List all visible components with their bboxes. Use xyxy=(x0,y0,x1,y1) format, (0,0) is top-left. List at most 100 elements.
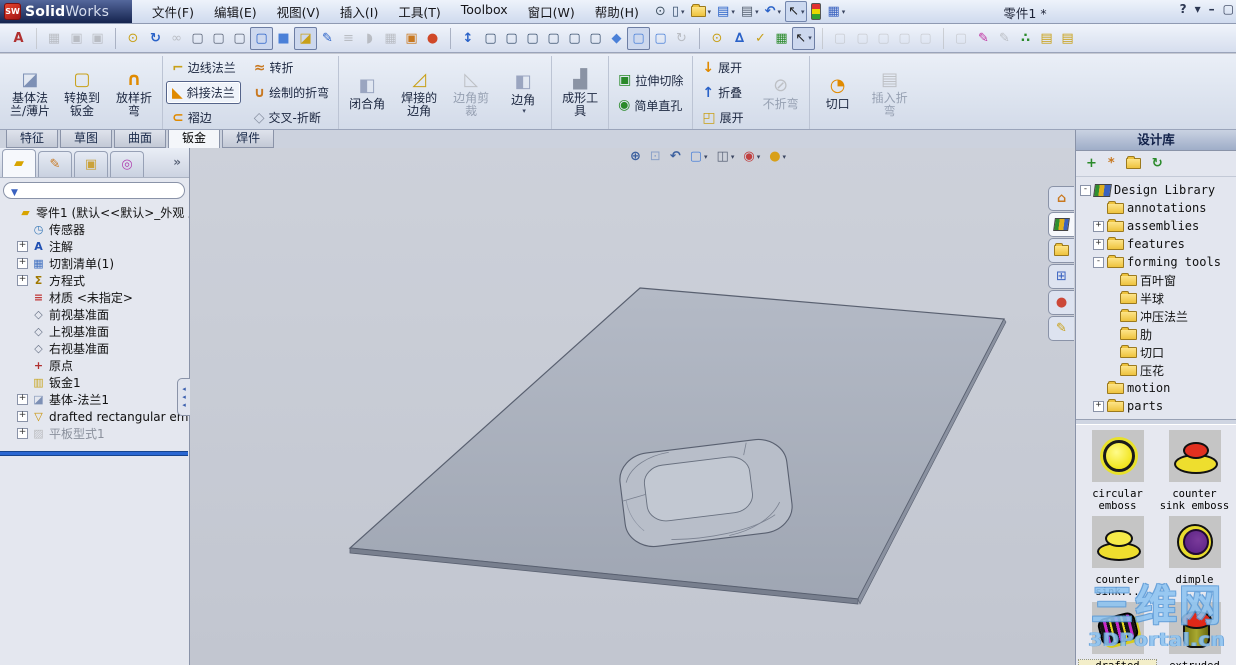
tile-window-icon[interactable]: ▤ ▾ xyxy=(1057,28,1078,49)
quickbar-button[interactable]: ▾ xyxy=(689,2,714,21)
library-tree-item[interactable]: 压花 xyxy=(1076,361,1236,379)
tree-expand-toggle[interactable]: + xyxy=(1093,220,1104,232)
appearances-tab[interactable] xyxy=(1048,290,1074,315)
library-tree-item[interactable]: 半球 xyxy=(1076,289,1236,307)
dropdown-arrow-icon[interactable]: ▾ xyxy=(708,8,712,16)
command-tab[interactable]: 草图 xyxy=(60,130,113,148)
library-tree-item[interactable]: + features xyxy=(1076,235,1236,253)
design-library-tab[interactable] xyxy=(1048,212,1074,237)
assembly-features-icon[interactable]: ▢ ▾ xyxy=(894,28,915,49)
ribbon-button[interactable]: 褶边 xyxy=(166,106,218,129)
sketch-pen-icon[interactable]: ✎ ▾ xyxy=(994,28,1015,49)
ribbon-button[interactable]: 焊接的边角 ▾ xyxy=(394,67,444,119)
view-orientation-icon[interactable]: ▢ ▾ xyxy=(690,149,708,164)
move-component-icon[interactable]: ▢ ▾ xyxy=(915,28,936,49)
ribbon-button[interactable]: 斜接法兰 xyxy=(166,81,241,104)
menu-item[interactable]: 编辑(E) xyxy=(214,2,257,21)
rebuild-icon[interactable]: ↻ ▾ xyxy=(145,28,166,49)
library-tree-item[interactable]: annotations xyxy=(1076,199,1236,217)
texture-icon[interactable]: ▣ ▾ xyxy=(401,28,422,49)
selection-filter-icon[interactable]: ↖ ▾ xyxy=(792,26,815,50)
propertymanager-tab[interactable] xyxy=(38,151,72,177)
ribbon-button[interactable]: 放样折弯 ▾ xyxy=(109,67,159,119)
menu-item[interactable]: 视图(V) xyxy=(277,2,320,21)
shadows-icon[interactable]: ◗ ▾ xyxy=(359,28,380,49)
ribbon-button[interactable]: 绘制的折弯 xyxy=(248,81,335,104)
graphics-viewport[interactable]: ⊕ ▾ ⊡ ▾ ↶ ▾ ▢ ▾ ◫ ▾ ◉ ▾ ● xyxy=(190,148,1075,665)
dropdown-arrow-icon[interactable]: ▾ xyxy=(755,8,759,16)
library-tree-item[interactable]: + parts xyxy=(1076,397,1236,415)
tree-expand-toggle[interactable]: + xyxy=(1093,400,1104,412)
library-tree-item[interactable]: - Design Library xyxy=(1076,181,1236,199)
dropdown-arrow-icon[interactable]: ▾ xyxy=(731,8,735,16)
view-palette-tab[interactable] xyxy=(1048,264,1074,289)
color-swatch-icon[interactable]: ● ▾ xyxy=(422,28,443,49)
dropdown-arrow-icon[interactable]: ▾ xyxy=(808,34,812,42)
shaded-with-edges-icon[interactable]: ▢ ▾ xyxy=(250,26,273,50)
view-front-icon[interactable]: ▢ ▾ xyxy=(480,28,501,49)
custom-properties-tab[interactable] xyxy=(1048,316,1074,341)
tree-filter-input[interactable] xyxy=(3,182,185,199)
hide-show-icon[interactable]: ◉ ▾ xyxy=(743,149,760,164)
measure-tape-icon[interactable]: ⊙ ▾ xyxy=(115,27,145,49)
feature-tree-item[interactable]: 零件1 (默认<<默认>_外观 显: xyxy=(0,204,189,221)
menu-item[interactable]: 工具(T) xyxy=(398,2,440,21)
command-tab[interactable]: 曲面 xyxy=(114,130,167,148)
dropdown-arrow-icon[interactable]: ▾ xyxy=(522,107,526,115)
ribbon-button[interactable]: 边线法兰 xyxy=(166,56,242,79)
library-thumbnail[interactable]: extruded hole xyxy=(1156,602,1233,665)
display-style-icon[interactable]: ◫ ▾ xyxy=(717,149,735,164)
refresh-icon[interactable]: ↻ xyxy=(1152,156,1163,171)
menu-item[interactable]: 帮助(H) xyxy=(595,2,639,21)
dropdown-arrow-icon[interactable]: ▾ xyxy=(757,153,761,161)
quickbar-button[interactable]: ▾ xyxy=(809,2,823,21)
help-button[interactable]: ? xyxy=(1180,2,1187,16)
quickbar-button[interactable]: ▤ ▾ xyxy=(715,2,737,21)
quickbar-button[interactable]: ↖ ▾ xyxy=(785,1,808,22)
library-thumbnail[interactable]: counter sink emboss xyxy=(1156,430,1233,512)
dropdown-arrow-icon[interactable]: ▾ xyxy=(783,153,787,161)
ribbon-button[interactable]: 基体法兰/薄片 ▾ xyxy=(5,67,55,119)
ribbon-button[interactable]: 切口 xyxy=(813,73,863,112)
copy-icon[interactable]: ▣ ▾ xyxy=(66,28,87,49)
feature-tree-item[interactable]: + 基体-法兰1 xyxy=(0,391,189,408)
grid-system-icon[interactable]: ▦ ▾ xyxy=(380,28,401,49)
view-left-icon[interactable]: ▢ ▾ xyxy=(522,28,543,49)
previous-view-icon[interactable]: ↶ ▾ xyxy=(670,149,681,164)
ribbon-button[interactable]: 转换到钣金 ▾ xyxy=(57,67,107,119)
ribbon-button[interactable]: 展开 xyxy=(696,56,748,79)
feature-tree-item[interactable]: 前视基准面 xyxy=(0,306,189,323)
view-right-icon[interactable]: ▢ ▾ xyxy=(543,28,564,49)
link-icon[interactable]: ∞ ▾ xyxy=(166,28,187,49)
feature-tree-item[interactable]: 右视基准面 xyxy=(0,340,189,357)
tree-expand-toggle[interactable]: + xyxy=(1093,238,1104,250)
paste-icon[interactable]: ▣ ▾ xyxy=(87,28,108,49)
ribbon-button[interactable]: 转折 xyxy=(248,56,300,79)
window-button[interactable]: ▢ xyxy=(1223,2,1234,16)
quickbar-button[interactable]: ▯ ▾ xyxy=(670,2,687,21)
zoom-fit-icon[interactable]: ⊕ ▾ xyxy=(630,149,641,164)
add-file-location-icon[interactable]: * xyxy=(1108,156,1115,171)
ribbon-button[interactable]: 拉伸切除 xyxy=(612,69,689,92)
library-thumbnail[interactable]: drafted rectangu... xyxy=(1078,602,1157,665)
feature-tree-item[interactable]: + 平板型式1 xyxy=(0,425,189,442)
minimize-button[interactable]: – xyxy=(1209,2,1215,16)
command-tab[interactable]: 钣金 xyxy=(168,130,221,149)
hidden-lines-removed-icon[interactable]: ▢ ▾ xyxy=(229,28,250,49)
reference-geometry-icon[interactable]: ↕ ▾ xyxy=(450,27,480,49)
quickbar-button[interactable]: ↶ ▾ xyxy=(763,2,783,21)
menu-item[interactable]: 插入(I) xyxy=(340,2,378,21)
ribbon-button[interactable]: 边角剪裁 ▾ xyxy=(446,67,496,119)
create-new-folder-icon[interactable] xyxy=(1125,156,1141,169)
panel-collapse-handle[interactable]: ◂ ◂ ◂ xyxy=(177,378,190,416)
feature-tree-item[interactable]: 钣金1 xyxy=(0,374,189,391)
dropdown-arrow-icon[interactable]: ▾ xyxy=(731,153,735,161)
sw-resources-tab[interactable] xyxy=(1048,186,1074,211)
library-tree-item[interactable]: 冲压法兰 xyxy=(1076,307,1236,325)
zoom-area-icon[interactable]: ⊡ ▾ xyxy=(650,149,661,164)
panel-overflow-chevron[interactable]: » xyxy=(173,155,181,169)
explode-line-icon[interactable]: ▢ ▾ xyxy=(852,28,873,49)
design-table-icon[interactable]: ▦ ▾ xyxy=(771,28,792,49)
layers-icon[interactable]: ≡ ▾ xyxy=(338,28,359,49)
section-view-icon[interactable]: ◪ ▾ xyxy=(294,26,317,50)
